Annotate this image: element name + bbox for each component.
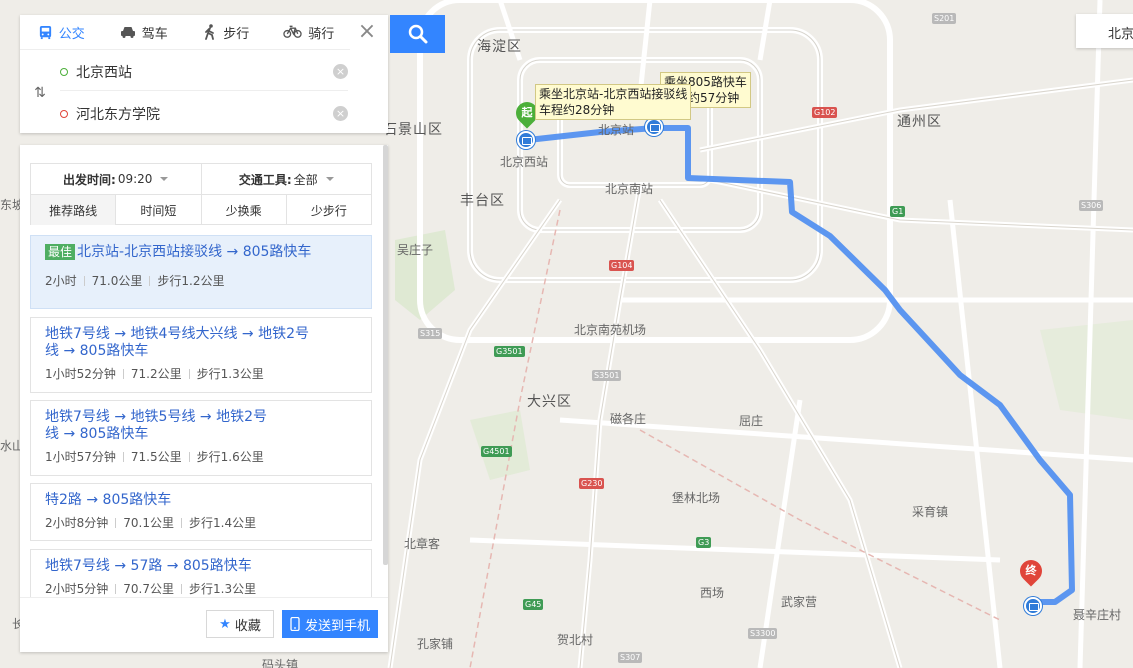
route-search-panel: 公交 驾车 步行 骑行 × ⇅ × × xyxy=(20,15,388,133)
clear-destination-icon[interactable]: × xyxy=(333,106,348,121)
district-label: 大兴区 xyxy=(527,394,572,410)
sort-shortest-time[interactable]: 时间短 xyxy=(115,195,200,225)
bike-icon xyxy=(283,25,302,38)
origin-input[interactable] xyxy=(76,63,316,80)
best-badge: 最佳 xyxy=(45,244,76,260)
road-shield: S3501 xyxy=(592,370,622,381)
route-filters: 出发时间: 09:20 交通工具: 全部 推荐路线 时间短 少换乘 少步行 xyxy=(30,163,372,225)
destination-dot-icon xyxy=(60,110,68,118)
route-tooltip-shuttle[interactable]: 乘坐北京站-北京西站接驳线 车程约28分钟 xyxy=(535,84,692,120)
road-shield: S3300 xyxy=(748,628,778,639)
place-label: 西场 xyxy=(700,586,725,600)
chevron-down-icon xyxy=(325,177,334,181)
place-label: 武家营 xyxy=(781,595,818,609)
road-shield: S306 xyxy=(1079,200,1104,211)
city-selector[interactable]: 北京 xyxy=(1076,14,1133,48)
route-option-3[interactable]: 地铁7号线 → 地铁5号线 → 地铁2号 线 → 805路快车 1小时57分钟 7… xyxy=(30,400,372,476)
phone-icon xyxy=(290,617,300,631)
road-shield: S307 xyxy=(618,652,643,663)
swap-icon[interactable]: ⇅ xyxy=(32,85,48,101)
place-label: 磁各庄 xyxy=(610,412,647,426)
sort-least-walking[interactable]: 少步行 xyxy=(285,195,371,225)
district-label: 丰台区 xyxy=(460,193,505,209)
road-shield: G3501 xyxy=(494,346,525,357)
route-option-1[interactable]: 最佳 北京站-北京西站接驳线 → 805路快车 2小时 71.0公里 步行1.2公里 xyxy=(30,235,372,309)
place-label: 屈庄 xyxy=(739,414,764,428)
bus-icon xyxy=(39,25,51,39)
send-to-phone-button[interactable]: 发送到手机 xyxy=(282,610,378,638)
bus-stop-icon[interactable] xyxy=(1024,597,1042,615)
road-shield: G3 xyxy=(696,537,712,548)
tab-walk[interactable]: 步行 xyxy=(185,15,268,49)
tab-bike[interactable]: 骑行 xyxy=(268,15,351,49)
end-marker[interactable]: 终 xyxy=(1015,555,1047,587)
road-shield: S315 xyxy=(418,328,443,339)
place-label: 堡林北场 xyxy=(672,491,721,505)
search-button[interactable] xyxy=(390,15,445,53)
place-label: 北京站 xyxy=(598,123,635,137)
star-icon: ★ xyxy=(219,616,231,632)
origin-dot-icon xyxy=(60,67,68,76)
road-shield: G104 xyxy=(609,260,635,271)
walk-icon xyxy=(205,24,215,40)
district-label: 海淀区 xyxy=(477,39,522,55)
place-label: 北京西站 xyxy=(500,155,549,169)
place-label: 北京南苑机场 xyxy=(574,323,647,337)
tab-car[interactable]: 驾车 xyxy=(103,15,186,49)
route-results-panel: 出发时间: 09:20 交通工具: 全部 推荐路线 时间短 少换乘 少步行 最佳… xyxy=(20,145,388,652)
clear-origin-icon[interactable]: × xyxy=(333,64,348,79)
chevron-down-icon xyxy=(160,177,169,181)
favorite-button[interactable]: ★ 收藏 xyxy=(206,610,274,638)
sort-recommended[interactable]: 推荐路线 xyxy=(31,195,116,225)
place-label: 北京南站 xyxy=(605,182,654,196)
road-shield: G102 xyxy=(812,107,838,118)
bus-stop-icon[interactable] xyxy=(517,131,535,149)
road-shield: G45 xyxy=(523,599,544,610)
action-bar: ★ 收藏 发送到手机 xyxy=(20,597,388,652)
place-label: 贺北村 xyxy=(557,633,594,647)
vehicle-dropdown[interactable]: 交通工具: 全部 xyxy=(200,164,372,194)
road-shield: G230 xyxy=(579,478,605,489)
destination-input[interactable] xyxy=(76,106,316,122)
road-shield: G1 xyxy=(890,206,906,217)
district-label: 石景山区 xyxy=(383,122,443,138)
place-label: 采育镇 xyxy=(912,505,949,519)
place-label: 北章客 xyxy=(404,537,441,551)
transport-mode-tabs: 公交 驾车 步行 骑行 xyxy=(20,15,350,50)
place-label: 吴庄子 xyxy=(397,243,434,257)
sort-fewest-transfers[interactable]: 少换乘 xyxy=(200,195,286,225)
depart-time-dropdown[interactable]: 出发时间: 09:20 xyxy=(31,164,201,194)
search-icon xyxy=(408,24,427,44)
bus-stop-icon[interactable] xyxy=(645,118,663,136)
route-option-4[interactable]: 特2路 → 805路快车 2小时8分钟 70.1公里 步行1.4公里 xyxy=(30,483,372,541)
road-shield: G4501 xyxy=(481,446,512,457)
origin-row: × xyxy=(60,53,348,91)
close-button[interactable]: × xyxy=(355,21,379,45)
destination-row: × xyxy=(60,95,348,133)
road-shield: S201 xyxy=(932,13,957,24)
place-label: 聂辛庄村 xyxy=(1073,608,1122,622)
tab-bus[interactable]: 公交 xyxy=(20,15,103,49)
car-icon xyxy=(120,27,135,38)
district-label: 通州区 xyxy=(897,114,942,130)
place-label: 码头镇 xyxy=(262,658,299,668)
results-scrollbar[interactable] xyxy=(383,145,388,565)
place-label: 孔家铺 xyxy=(417,637,454,651)
route-option-2[interactable]: 地铁7号线 → 地铁4号线大兴线 → 地铁2号 线 → 805路快车 1小时52… xyxy=(30,317,372,393)
